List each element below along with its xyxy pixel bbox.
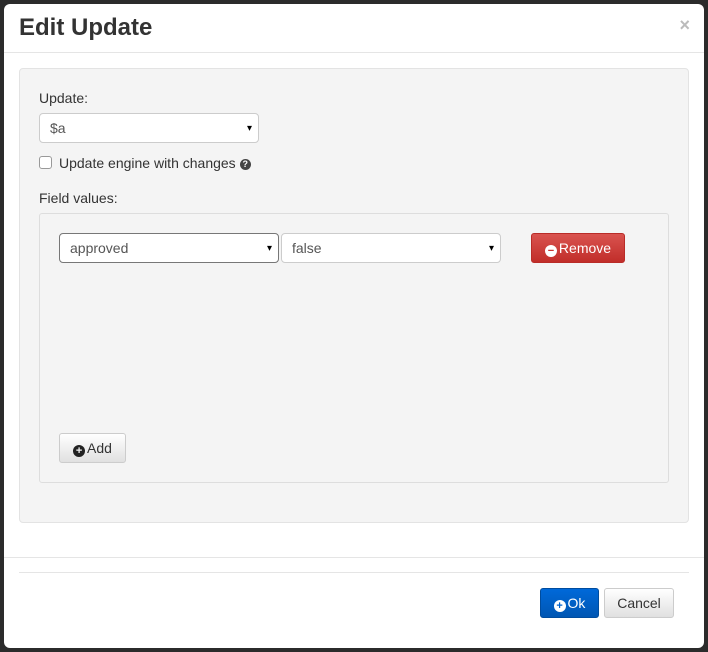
- minus-circle-icon: −: [544, 245, 557, 257]
- caret-down-icon: ▾: [246, 123, 252, 134]
- remove-button[interactable]: − Remove: [531, 233, 625, 263]
- field-values-label: Field values:: [39, 190, 118, 206]
- remove-label: Remove: [558, 240, 612, 256]
- plus-circle-icon: +: [73, 445, 86, 457]
- update-label: Update:: [39, 90, 89, 106]
- help-icon[interactable]: ?: [239, 158, 251, 170]
- field-value-select[interactable]: false ▾: [281, 233, 501, 263]
- field-name-value: approved: [70, 240, 129, 256]
- field-value-value: false: [292, 240, 322, 256]
- update-engine-label: Update engine with changes?: [59, 155, 251, 171]
- update-select[interactable]: $a ▾: [39, 113, 259, 143]
- add-button[interactable]: + Add: [59, 433, 126, 463]
- edit-update-dialog: Edit Update × Update: $a ▾ Update engine…: [4, 4, 704, 648]
- update-engine-label-text: Update engine with changes: [59, 155, 236, 171]
- ok-label: Ok: [567, 595, 586, 611]
- close-icon: ×: [679, 15, 690, 35]
- dialog-header: Edit Update ×: [4, 4, 704, 53]
- update-select-value: $a: [50, 120, 66, 136]
- form-panel: Update: $a ▾ Update engine with changes?…: [19, 68, 689, 523]
- cancel-button[interactable]: Cancel: [604, 588, 674, 618]
- dialog-title: Edit Update: [19, 14, 153, 41]
- add-label: Add: [87, 440, 112, 456]
- close-button[interactable]: ×: [679, 15, 690, 36]
- field-values-panel: approved ▾ false ▾ − Remove + Add: [39, 213, 669, 483]
- caret-down-icon: ▾: [488, 243, 494, 254]
- field-name-select[interactable]: approved ▾: [59, 233, 279, 263]
- update-engine-checkbox[interactable]: [39, 156, 52, 169]
- ok-button[interactable]: + Ok: [540, 588, 599, 618]
- cancel-label: Cancel: [617, 595, 661, 611]
- footer-separator: [19, 572, 689, 573]
- footer-divider: [4, 557, 704, 558]
- caret-down-icon: ▾: [266, 243, 272, 254]
- plus-circle-icon: +: [553, 600, 566, 612]
